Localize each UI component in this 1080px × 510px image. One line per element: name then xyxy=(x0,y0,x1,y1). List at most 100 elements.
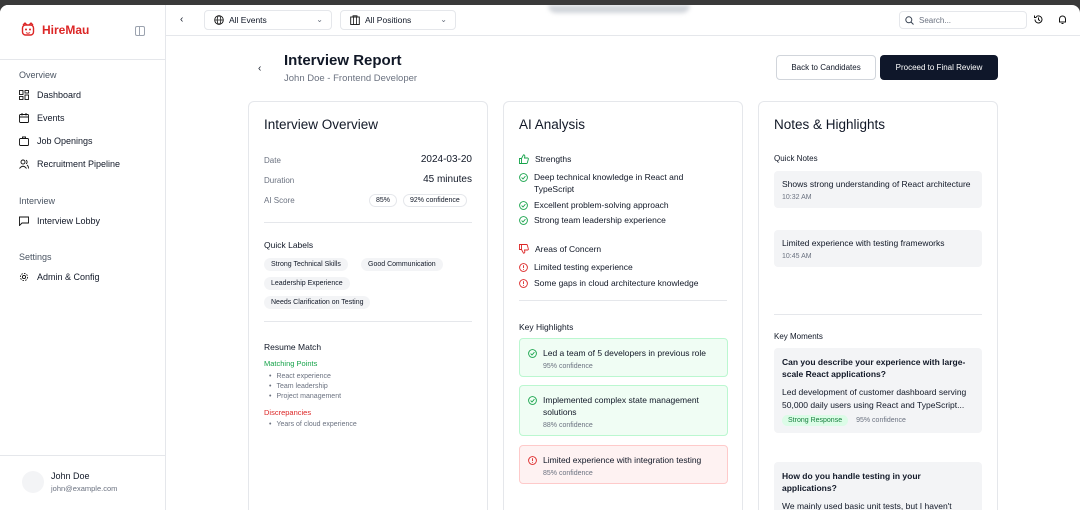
list-item: Team leadership xyxy=(269,383,327,390)
highlight-confidence: 85% confidence xyxy=(543,470,593,477)
concern-text: Some gaps in cloud architecture knowledg… xyxy=(534,278,699,288)
concern-item: Limited testing experience xyxy=(519,261,719,273)
ai-score-badge: 85% xyxy=(369,194,398,207)
note-time: 10:45 AM xyxy=(782,253,812,260)
calendar-icon xyxy=(19,113,29,123)
globe-icon xyxy=(214,15,224,25)
sidebar-item-recruitment-pipeline[interactable]: Recruitment Pipeline xyxy=(19,159,120,169)
sidebar-item-label: Job Openings xyxy=(37,136,93,146)
strengths-heading: Strengths xyxy=(519,154,571,164)
card-title: Notes & Highlights xyxy=(774,117,886,132)
date-value: 2024-03-20 xyxy=(420,154,472,165)
alert-circle-icon xyxy=(528,456,537,465)
page-title: Interview Report xyxy=(284,52,402,69)
sidebar-item-interview-lobby[interactable]: Interview Lobby xyxy=(19,216,100,226)
positions-select-value: All Positions xyxy=(365,15,412,25)
user-profile[interactable]: John Doe john@example.com xyxy=(22,471,117,493)
building-icon xyxy=(350,15,360,25)
check-circle-icon xyxy=(519,173,528,182)
strength-text: Strong team leadership experience xyxy=(534,215,666,225)
sidebar-group-interview: Interview xyxy=(19,196,56,206)
sidebar-item-dashboard[interactable]: Dashboard xyxy=(19,90,81,100)
back-to-candidates-button[interactable]: Back to Candidates xyxy=(776,55,876,80)
note-text: Limited experience with testing framewor… xyxy=(782,238,945,248)
highlight-confidence: 88% confidence xyxy=(543,422,593,429)
strength-text: Excellent problem-solving approach xyxy=(534,200,669,210)
chevron-down-icon: ⌄ xyxy=(440,15,447,24)
concerns-heading: Areas of Concern xyxy=(519,244,601,254)
proceed-final-review-button[interactable]: Proceed to Final Review xyxy=(880,55,998,80)
divider xyxy=(0,455,166,456)
topbar: ‹ All Events ⌄ All Positions ⌄ Search... xyxy=(166,5,1080,36)
key-moment[interactable]: How do you handle testing in your applic… xyxy=(774,462,982,510)
back-chevron-icon[interactable]: ‹ xyxy=(258,63,261,74)
note-text: Shows strong understanding of React arch… xyxy=(782,179,971,189)
moment-answer: We mainly used basic unit tests, but I h… xyxy=(782,501,952,510)
concern-item: Some gaps in cloud architecture knowledg… xyxy=(519,277,719,289)
search-input[interactable]: Search... xyxy=(919,16,951,25)
duration-label: Duration xyxy=(264,176,295,185)
strengths-title: Strengths xyxy=(535,154,572,164)
discrepancies-title: Discrepancies xyxy=(264,408,312,417)
sidebar: HireMau Overview Dashboard Events Job Op… xyxy=(0,5,166,510)
brand[interactable]: HireMau xyxy=(20,22,89,38)
resume-match-title: Resume Match xyxy=(264,342,322,352)
bell-icon[interactable] xyxy=(1057,14,1068,25)
positions-select[interactable]: All Positions ⌄ xyxy=(340,10,456,30)
list-item: Project management xyxy=(269,393,341,400)
check-circle-icon xyxy=(528,349,537,358)
list-item: Years of cloud experience xyxy=(269,421,356,428)
concerns-title: Areas of Concern xyxy=(535,244,602,254)
quick-notes-title: Quick Notes xyxy=(774,154,818,163)
quick-note[interactable]: Limited experience with testing framewor… xyxy=(774,230,982,267)
avatar xyxy=(22,471,44,493)
briefcase-icon xyxy=(19,136,29,146)
moment-question: Can you describe your experience with la… xyxy=(782,357,966,379)
divider xyxy=(774,314,982,315)
moment-answer: Led development of customer dashboard se… xyxy=(782,387,967,410)
key-moment[interactable]: Can you describe your experience with la… xyxy=(774,348,982,433)
users-icon xyxy=(19,159,29,169)
quick-labels-title: Quick Labels xyxy=(264,240,314,250)
sidebar-item-events[interactable]: Events xyxy=(19,113,65,123)
strength-item: Deep technical knowledge in React and Ty… xyxy=(519,171,719,195)
user-email: john@example.com xyxy=(51,484,118,493)
ai-score-label: AI Score xyxy=(264,196,295,205)
moment-confidence: 95% confidence xyxy=(856,417,906,424)
back-chevron-icon[interactable]: ‹ xyxy=(180,14,183,25)
interview-overview-card: Interview Overview Date 2024-03-20 Durat… xyxy=(248,101,488,510)
sidebar-toggle-icon[interactable] xyxy=(135,26,145,36)
blurred-tab xyxy=(548,5,690,13)
quick-label-tag: Needs Clarification on Testing xyxy=(264,296,371,309)
check-circle-icon xyxy=(528,396,537,405)
sidebar-item-admin-config[interactable]: Admin & Config xyxy=(19,272,100,282)
search-box[interactable]: Search... xyxy=(899,11,1027,29)
events-select-value: All Events xyxy=(229,15,267,25)
sidebar-item-job-openings[interactable]: Job Openings xyxy=(19,136,93,146)
alert-circle-icon xyxy=(519,263,528,272)
events-select[interactable]: All Events ⌄ xyxy=(204,10,332,30)
concern-text: Limited testing experience xyxy=(534,262,633,272)
history-icon[interactable] xyxy=(1033,14,1044,25)
user-name: John Doe xyxy=(51,471,90,481)
strength-item: Excellent problem-solving approach xyxy=(519,199,719,211)
divider xyxy=(264,222,472,223)
quick-label-tag: Leadership Experience xyxy=(264,277,350,290)
quick-label-tag: Good Communication xyxy=(361,258,443,271)
highlight-item: Implemented complex state management sol… xyxy=(519,385,728,436)
highlight-text: Led a team of 5 developers in previous r… xyxy=(543,348,707,358)
key-moments-title: Key Moments xyxy=(774,332,823,341)
highlight-confidence: 95% confidence xyxy=(543,363,593,370)
card-title: Interview Overview xyxy=(264,117,379,132)
quick-note[interactable]: Shows strong understanding of React arch… xyxy=(774,171,982,208)
sidebar-item-label: Admin & Config xyxy=(37,272,100,282)
chevron-down-icon: ⌄ xyxy=(316,15,323,24)
highlight-item: Limited experience with integration test… xyxy=(519,445,728,484)
dashboard-icon xyxy=(19,90,29,100)
ai-analysis-card: AI Analysis Strengths Deep technical kno… xyxy=(503,101,743,510)
list-item: React experience xyxy=(269,373,330,380)
response-badge: Strong Response xyxy=(782,415,849,426)
highlight-item: Led a team of 5 developers in previous r… xyxy=(519,338,728,377)
card-title: AI Analysis xyxy=(519,117,586,132)
confidence-badge: 92% confidence xyxy=(403,194,467,207)
